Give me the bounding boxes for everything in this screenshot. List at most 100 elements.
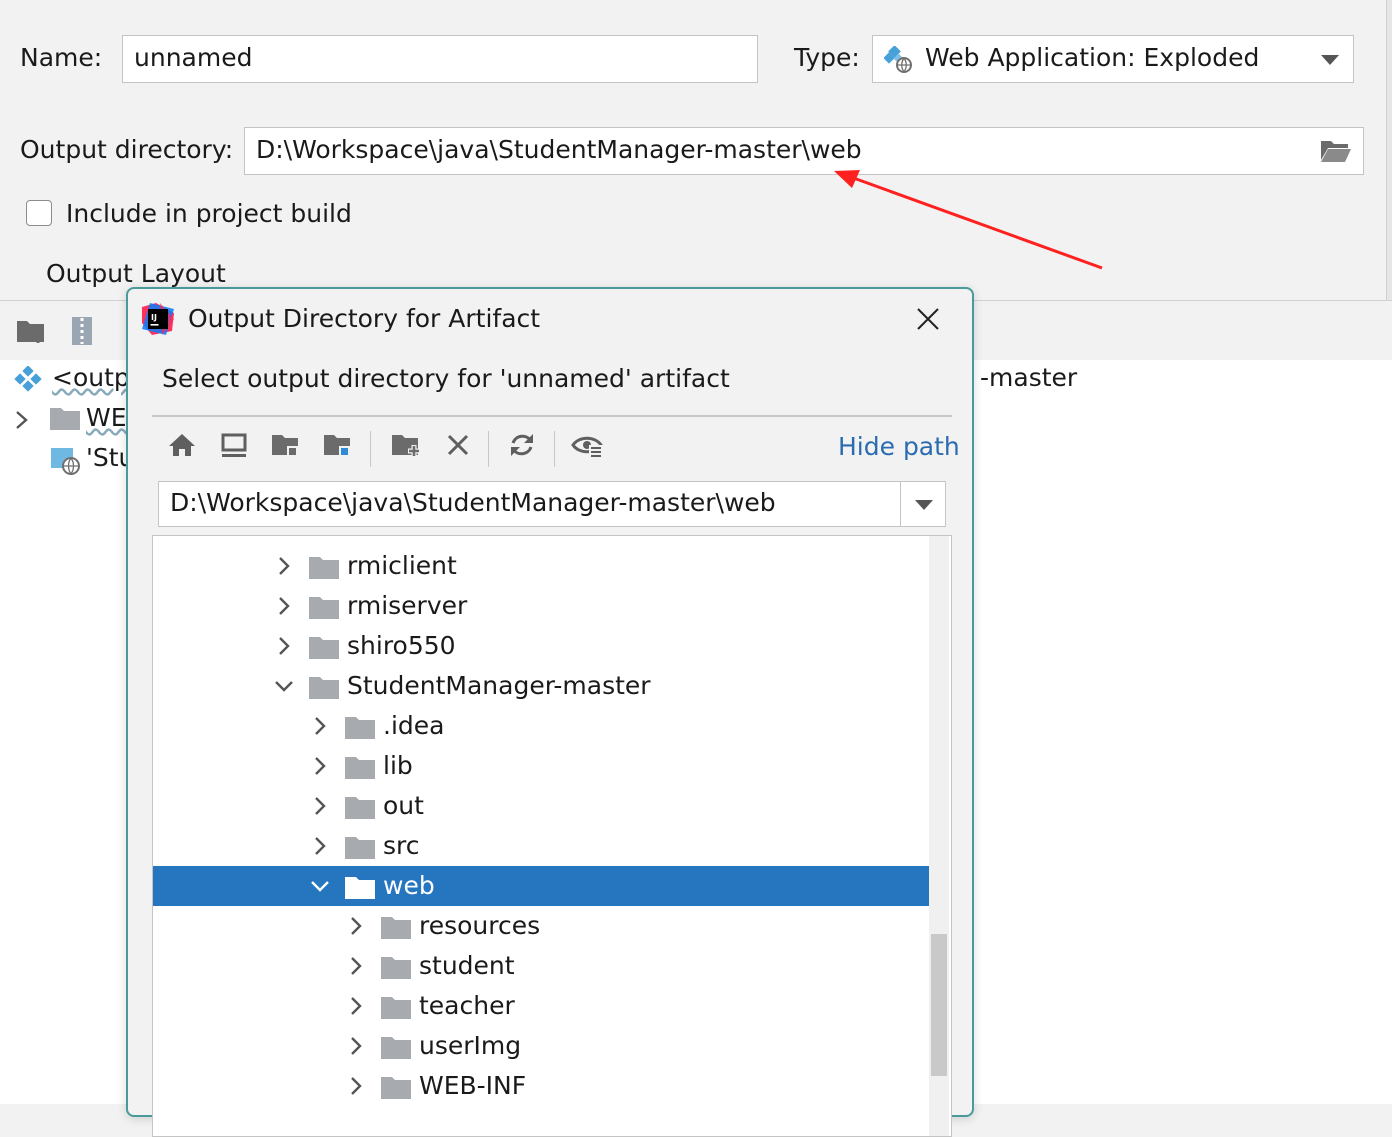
combobox-separator xyxy=(900,482,901,526)
module-output-icon xyxy=(50,446,82,476)
dialog-title: Output Directory for Artifact xyxy=(188,304,541,333)
output-directory-input[interactable]: D:\Workspace\java\StudentManager-master\… xyxy=(244,127,1364,175)
tree-row-resources[interactable]: resources xyxy=(153,906,949,946)
chevron-right-icon[interactable] xyxy=(345,1075,367,1097)
output-layout-tab[interactable]: Output Layout xyxy=(46,258,226,290)
tree-row-studentmanager-master[interactable]: StudentManager-master xyxy=(153,666,949,706)
browse-folder-icon[interactable] xyxy=(1320,138,1352,164)
chevron-down-icon[interactable] xyxy=(273,675,295,697)
tree-row-src[interactable]: src xyxy=(153,826,949,866)
tree-row-label: web xyxy=(383,871,435,900)
folder-icon xyxy=(345,715,375,739)
tree-row-teacher[interactable]: teacher xyxy=(153,986,949,1026)
dialog-subtitle: Select output directory for 'unnamed' ar… xyxy=(162,364,730,393)
folder-icon xyxy=(345,835,375,859)
folder-icon xyxy=(50,406,80,430)
chevron-right-icon[interactable] xyxy=(309,795,331,817)
output-root-label[interactable]: <outp xyxy=(52,362,130,394)
tree-row-label: teacher xyxy=(419,991,515,1020)
folder-icon xyxy=(381,995,411,1019)
directory-tree: rmiclient rmiserver shiro550 StudentManager… xyxy=(152,535,952,1137)
tree-row-label: resources xyxy=(419,911,541,940)
type-select[interactable]: Web Application: Exploded xyxy=(872,35,1354,83)
tree-row-label: out xyxy=(383,791,424,820)
folder-icon xyxy=(381,1075,411,1099)
toolbar-separator xyxy=(488,431,489,467)
folder-icon xyxy=(381,955,411,979)
path-combobox[interactable]: D:\Workspace\java\StudentManager-master\… xyxy=(158,481,946,527)
tree-row-idea[interactable]: .idea xyxy=(153,706,949,746)
chevron-right-icon[interactable] xyxy=(345,995,367,1017)
annotation-arrow xyxy=(834,170,1103,270)
tree-row-web-inf[interactable]: WEB-INF xyxy=(153,1066,949,1106)
type-label: Type: xyxy=(794,43,860,72)
folder-icon xyxy=(345,755,375,779)
module-folder-icon[interactable] xyxy=(318,425,358,465)
chevron-right-icon[interactable] xyxy=(14,410,30,430)
chevron-right-icon[interactable] xyxy=(273,635,295,657)
chevron-right-icon[interactable] xyxy=(309,755,331,777)
tree-row-student[interactable]: student xyxy=(153,946,949,986)
tree-row-label: userImg xyxy=(419,1031,522,1060)
home-icon[interactable] xyxy=(162,425,202,465)
archive-icon[interactable] xyxy=(70,316,94,346)
tree-row-out[interactable]: out xyxy=(153,786,949,826)
chevron-right-icon[interactable] xyxy=(273,595,295,617)
svg-text:IJ: IJ xyxy=(151,313,157,322)
tree-row-label: .idea xyxy=(383,711,445,740)
tree-row-shiro550[interactable]: shiro550 xyxy=(153,626,949,666)
tree-row-label: WEB-INF xyxy=(419,1071,527,1100)
new-folder-icon[interactable] xyxy=(386,425,426,465)
chevron-down-icon[interactable] xyxy=(1320,54,1340,66)
include-in-build-checkbox[interactable] xyxy=(26,200,52,226)
intellij-logo-icon: IJ xyxy=(142,303,174,335)
desktop-icon[interactable] xyxy=(214,425,254,465)
hide-path-link[interactable]: Hide path xyxy=(838,431,960,463)
folder-icon xyxy=(309,595,339,619)
tree-row-label: rmiclient xyxy=(347,551,457,580)
path-combobox-value: D:\Workspace\java\StudentManager-master\… xyxy=(170,488,776,517)
folder-icon xyxy=(309,635,339,659)
include-in-build-label: Include in project build xyxy=(66,199,352,228)
chevron-right-icon[interactable] xyxy=(345,915,367,937)
scrollbar-thumb[interactable] xyxy=(931,934,947,1076)
folder-icon xyxy=(345,795,375,819)
folder-icon xyxy=(309,555,339,579)
show-hidden-icon[interactable] xyxy=(568,425,608,465)
web-inf-row-label[interactable]: WE xyxy=(86,402,127,434)
close-icon[interactable] xyxy=(916,307,940,331)
chevron-right-icon[interactable] xyxy=(309,715,331,737)
tree-row-userimg[interactable]: userImg xyxy=(153,1026,949,1066)
tree-row-label: StudentManager-master xyxy=(347,671,651,700)
folder-icon xyxy=(381,915,411,939)
chevron-right-icon[interactable] xyxy=(309,835,331,857)
chevron-right-icon[interactable] xyxy=(345,1035,367,1057)
name-input[interactable]: unnamed xyxy=(122,35,758,83)
window-edge xyxy=(1386,0,1392,300)
toolbar-separator xyxy=(554,431,555,467)
toolbar-separator xyxy=(370,431,371,467)
type-select-value: Web Application: Exploded xyxy=(925,43,1260,72)
output-directory-label: Output directory: xyxy=(20,135,234,164)
tree-row-label: lib xyxy=(383,751,413,780)
delete-icon[interactable] xyxy=(438,425,478,465)
output-root-suffix: -master xyxy=(980,363,1078,392)
tree-row-lib[interactable]: lib xyxy=(153,746,949,786)
folder-icon xyxy=(381,1035,411,1059)
name-label: Name: xyxy=(20,43,103,72)
tree-row-label: rmiserver xyxy=(347,591,468,620)
chevron-right-icon[interactable] xyxy=(345,955,367,977)
tree-row-web[interactable]: web xyxy=(153,866,949,906)
project-folder-icon[interactable] xyxy=(266,425,306,465)
chevron-right-icon[interactable] xyxy=(273,555,295,577)
artifact-root-icon xyxy=(14,366,42,392)
add-folder-icon[interactable] xyxy=(16,316,48,346)
output-directory-dialog: IJ Output Directory for Artifact Select … xyxy=(126,287,974,1137)
chevron-down-icon[interactable] xyxy=(914,499,934,511)
refresh-icon[interactable] xyxy=(502,425,542,465)
folder-icon xyxy=(345,875,375,899)
tree-row-rmiclient[interactable]: rmiclient xyxy=(153,546,949,586)
chevron-down-icon[interactable] xyxy=(309,875,331,897)
dialog-divider xyxy=(152,415,952,417)
tree-row-rmiserver[interactable]: rmiserver xyxy=(153,586,949,626)
